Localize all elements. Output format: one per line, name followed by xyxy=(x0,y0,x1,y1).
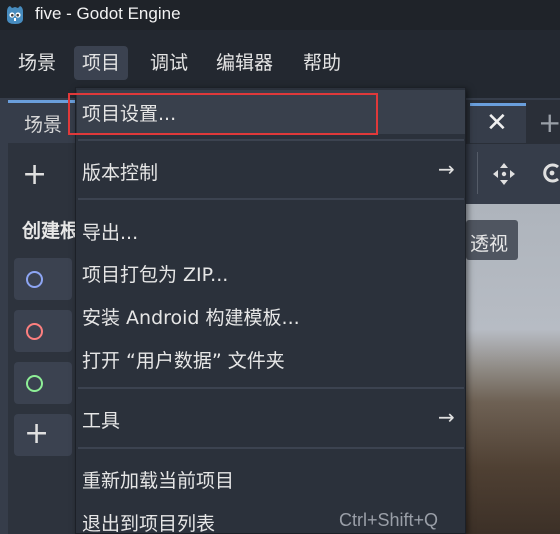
close-tab-icon[interactable]: ✕ xyxy=(486,106,508,140)
menu-item-version-control[interactable]: 版本控制 xyxy=(82,158,158,185)
menu-help[interactable]: 帮助 xyxy=(295,46,349,80)
create-root-label: 创建根 xyxy=(22,220,80,242)
toolbar-separator xyxy=(477,152,478,194)
perspective-label: 透视 xyxy=(470,233,509,255)
window-titlebar: five - Godot Engine xyxy=(0,0,560,30)
menu-item-export[interactable]: 导出... xyxy=(82,218,138,245)
circle-outline-icon xyxy=(26,375,43,392)
menu-separator xyxy=(78,447,464,449)
submenu-arrow-icon: → xyxy=(438,405,455,429)
rotate-tool-icon[interactable] xyxy=(538,158,560,188)
menu-item-install-android-template[interactable]: 安装 Android 构建模板... xyxy=(82,303,300,330)
shortcut-label: Ctrl+Shift+Q xyxy=(339,510,439,530)
menu-project[interactable]: 项目 xyxy=(74,46,129,80)
menu-debug[interactable]: 调试 xyxy=(142,46,196,80)
window-title: five - Godot Engine xyxy=(35,4,181,23)
node-2d-scene-button[interactable] xyxy=(14,258,72,300)
user-interface-button[interactable] xyxy=(14,362,72,404)
godot-logo-icon xyxy=(7,6,23,24)
plus-icon: + xyxy=(24,416,50,451)
menu-item-open-user-data[interactable]: 打开 “用户数据” 文件夹 xyxy=(82,346,285,373)
menu-item-pack-zip[interactable]: 项目打包为 ZIP... xyxy=(82,260,228,287)
menu-item-quit-to-project-list[interactable]: 退出到项目列表 xyxy=(82,509,215,534)
menu-editor[interactable]: 编辑器 xyxy=(208,46,281,80)
circle-outline-icon xyxy=(26,323,43,340)
add-node-button[interactable]: + xyxy=(22,160,47,190)
add-scene-tab-icon[interactable]: + xyxy=(538,106,560,140)
menu-separator xyxy=(78,139,464,141)
highlight-annotation-box xyxy=(68,93,378,135)
menu-scene[interactable]: 场景 xyxy=(10,46,64,80)
menu-separator xyxy=(78,198,464,200)
move-tool-icon[interactable] xyxy=(490,160,518,188)
other-node-button[interactable]: + xyxy=(14,414,72,456)
menu-item-tools[interactable]: 工具 xyxy=(82,406,120,433)
menu-item-reload-project[interactable]: 重新加载当前项目 xyxy=(82,466,234,493)
submenu-arrow-icon: → xyxy=(438,157,455,181)
circle-outline-icon xyxy=(26,271,43,288)
scene-dock-tab-label: 场景 xyxy=(24,114,63,136)
menu-separator xyxy=(78,387,464,389)
node-3d-scene-button[interactable] xyxy=(14,310,72,352)
